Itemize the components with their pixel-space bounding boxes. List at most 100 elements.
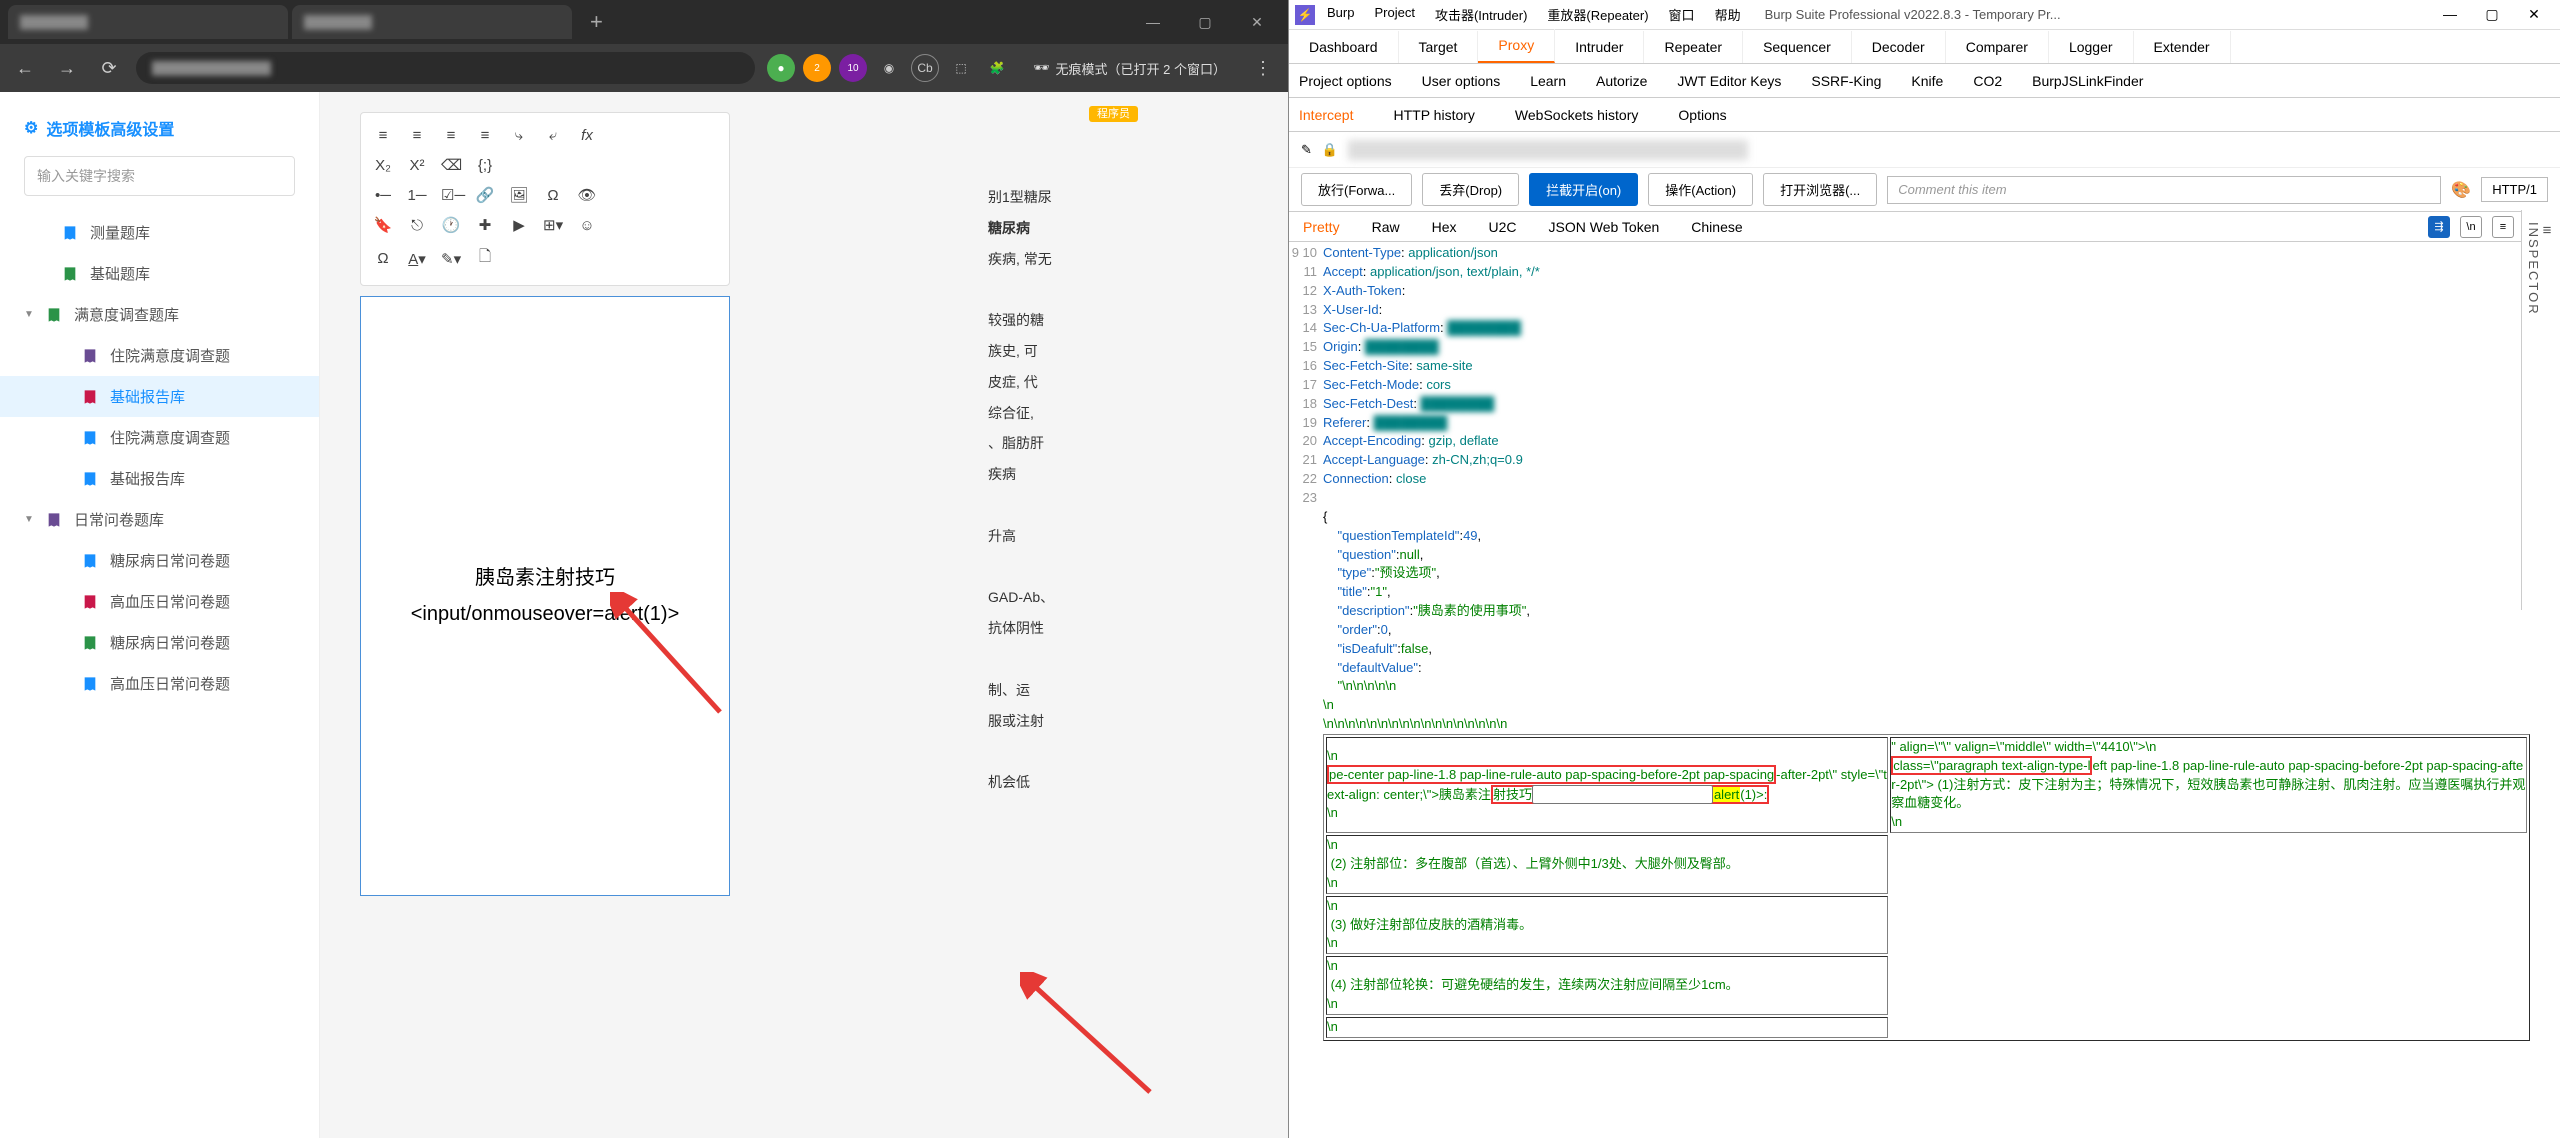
new-tab-button[interactable]: +	[576, 9, 617, 35]
list-icon[interactable]: •─	[373, 187, 393, 204]
sidebar-item[interactable]: 高血压日常问卷题	[0, 581, 319, 622]
ext-icon[interactable]: Cb	[911, 54, 939, 82]
tab[interactable]: Knife	[1911, 73, 1943, 89]
tool-icon[interactable]: ⤶	[543, 127, 563, 144]
sidebar-item[interactable]: 住院满意度调查题	[0, 335, 319, 376]
minimize-icon[interactable]: —	[1130, 7, 1176, 37]
tool-icon[interactable]: ≡	[441, 127, 461, 144]
menu-item[interactable]: 攻击器(Intruder)	[1427, 3, 1535, 26]
sidebar-item[interactable]: 测量题库	[0, 212, 319, 253]
search-input[interactable]: 输入关键字搜索	[24, 156, 295, 196]
view-tab[interactable]: Pretty	[1303, 219, 1340, 235]
tool-icon[interactable]: ⌫	[441, 156, 461, 174]
menu-icon[interactable]: ⋮	[1248, 58, 1278, 79]
tab-proxy[interactable]: Proxy	[1478, 29, 1555, 63]
hamburger-icon[interactable]: ≡	[2492, 216, 2514, 238]
tab-repeater[interactable]: Repeater	[1644, 31, 1743, 63]
tool-icon[interactable]: ⎋	[407, 217, 427, 234]
sidebar-item[interactable]: 基础报告库	[0, 458, 319, 499]
code-icon[interactable]: {;}	[475, 157, 495, 174]
color-icon[interactable]: 🎨	[2451, 180, 2471, 200]
menu-item[interactable]: 重放器(Repeater)	[1539, 3, 1656, 26]
tab[interactable]: HTTP history	[1393, 107, 1474, 123]
reload-icon[interactable]: ⟳	[94, 58, 124, 79]
tab-comparer[interactable]: Comparer	[1946, 31, 2049, 63]
omega-icon[interactable]: Ω	[543, 187, 563, 204]
menu-item[interactable]: Project	[1366, 3, 1422, 26]
tab[interactable]: SSRF-King	[1811, 73, 1881, 89]
intercept-toggle[interactable]: 拦截开启(on)	[1529, 173, 1638, 206]
superscript-icon[interactable]: X²	[407, 157, 427, 174]
clock-icon[interactable]: 🕐	[441, 216, 461, 234]
forward-button[interactable]: 放行(Forwa...	[1301, 173, 1412, 206]
view-tab[interactable]: U2C	[1489, 219, 1517, 235]
table-icon[interactable]: ⊞▾	[543, 216, 563, 234]
ext-badge[interactable]: 10	[839, 54, 867, 82]
tab-dashboard[interactable]: Dashboard	[1289, 31, 1399, 63]
maximize-icon[interactable]: ▢	[2472, 6, 2512, 23]
tab-sequencer[interactable]: Sequencer	[1743, 31, 1852, 63]
tab[interactable]: CO2	[1973, 73, 2002, 89]
tab-decoder[interactable]: Decoder	[1852, 31, 1946, 63]
open-browser-button[interactable]: 打开浏览器(...	[1763, 173, 1877, 206]
view-tab[interactable]: Raw	[1372, 219, 1400, 235]
editor-textarea[interactable]: 胰岛素注射技巧 <input/onmouseover=alert(1)>	[360, 296, 730, 896]
tab-intruder[interactable]: Intruder	[1555, 31, 1644, 63]
tool-icon[interactable]: ✚	[475, 216, 495, 234]
sidebar-item[interactable]: ▼日常问卷题库	[0, 499, 319, 540]
ext-icon[interactable]: ⬚	[947, 54, 975, 82]
highlight-icon[interactable]: ✎▾	[441, 250, 461, 268]
tab[interactable]: Project options	[1299, 73, 1392, 89]
comment-input[interactable]: Comment this item	[1887, 176, 2441, 204]
edit-icon[interactable]: ✎	[1301, 142, 1312, 158]
view-tab[interactable]: JSON Web Token	[1549, 219, 1660, 235]
menu-item[interactable]: 窗口	[1661, 3, 1703, 26]
tab-extender[interactable]: Extender	[2134, 31, 2231, 63]
tab[interactable]: Autorize	[1596, 73, 1647, 89]
close-icon[interactable]: ✕	[2514, 6, 2554, 23]
action-button[interactable]: 操作(Action)	[1648, 173, 1753, 206]
checklist-icon[interactable]: ☑─	[441, 186, 461, 204]
tab[interactable]: JWT Editor Keys	[1677, 73, 1781, 89]
tab[interactable]: Intercept	[1299, 107, 1353, 123]
drop-button[interactable]: 丢弃(Drop)	[1422, 173, 1519, 206]
forward-icon[interactable]: →	[52, 58, 82, 79]
tool-icon[interactable]: ⤷	[509, 127, 529, 144]
tool-icon[interactable]: ≡	[407, 127, 427, 144]
view-tab[interactable]: Hex	[1432, 219, 1457, 235]
ext-icon[interactable]: ●	[767, 54, 795, 82]
tab[interactable]: Options	[1678, 107, 1726, 123]
tool-icon[interactable]: ≡	[475, 127, 495, 144]
image-icon[interactable]: 🖼	[509, 186, 529, 204]
file-icon[interactable]: 🗋	[475, 246, 495, 271]
numlist-icon[interactable]: 1─	[407, 187, 427, 204]
link-icon[interactable]: 🔗	[475, 186, 495, 204]
back-icon[interactable]: ←	[10, 58, 40, 79]
wrap-icon[interactable]: ⇶	[2428, 216, 2450, 238]
tab-target[interactable]: Target	[1399, 31, 1479, 63]
newline-icon[interactable]: \n	[2460, 216, 2482, 238]
tool-icon[interactable]: ≡	[373, 127, 393, 144]
ext-icon[interactable]: ◉	[875, 54, 903, 82]
maximize-icon[interactable]: ▢	[1182, 7, 1228, 37]
sidebar-item[interactable]: 糖尿病日常问卷题	[0, 622, 319, 663]
play-icon[interactable]: ▶	[509, 216, 529, 234]
view-tab[interactable]: Chinese	[1691, 219, 1742, 235]
tool-icon[interactable]: fx	[577, 127, 597, 144]
emoji-icon[interactable]: ☺	[577, 217, 597, 234]
sidebar-item[interactable]: 糖尿病日常问卷题	[0, 540, 319, 581]
url-input[interactable]: ██████████████	[136, 52, 755, 84]
sidebar-item[interactable]: ▼满意度调查题库	[0, 294, 319, 335]
tab[interactable]: WebSockets history	[1515, 107, 1638, 123]
inspector-tab[interactable]: ≡ INSPECTOR	[2521, 210, 2560, 610]
sidebar-item[interactable]: 基础题库	[0, 253, 319, 294]
browser-tab[interactable]: ████████	[8, 5, 288, 39]
extensions-icon[interactable]: 🧩	[983, 54, 1011, 82]
browser-tab[interactable]: ████████	[292, 5, 572, 39]
bookmark-icon[interactable]: 🔖	[373, 216, 393, 234]
eye-icon[interactable]: 👁	[577, 186, 597, 204]
tab-logger[interactable]: Logger	[2049, 31, 2134, 63]
menu-item[interactable]: 帮助	[1707, 3, 1749, 26]
minimize-icon[interactable]: —	[2430, 6, 2470, 23]
http-version[interactable]: HTTP/1	[2481, 177, 2548, 202]
